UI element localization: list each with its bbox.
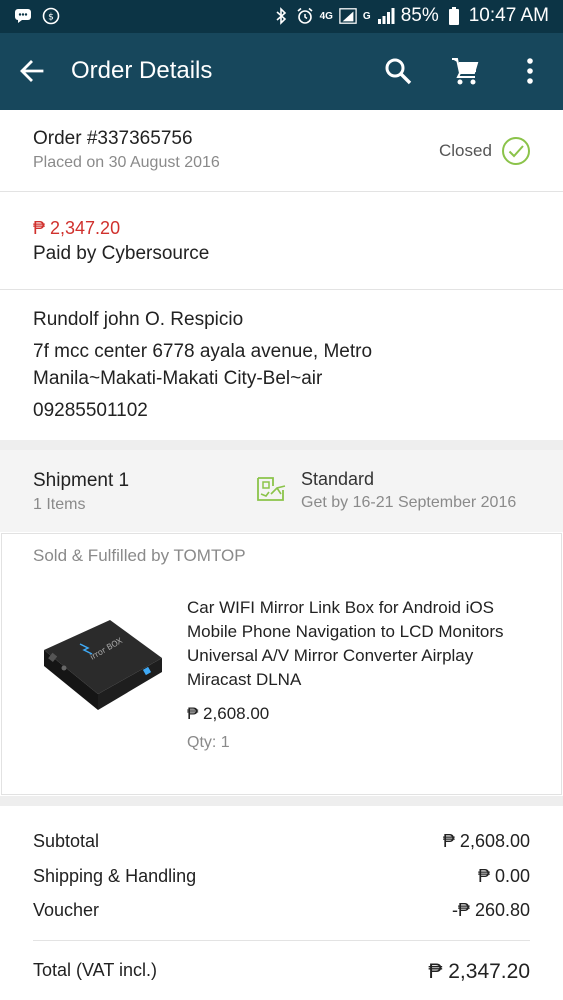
svg-text:$: $ (48, 13, 54, 23)
total-label: Total (VAT incl.) (33, 960, 158, 980)
back-arrow-icon[interactable] (18, 57, 46, 85)
order-status-text: Closed (439, 141, 492, 160)
app-bar: Order Details (0, 33, 563, 110)
shopping-cart-icon[interactable] (450, 56, 480, 86)
chat-icon (14, 7, 32, 25)
check-circle-icon (501, 136, 531, 166)
battery-percent: 85% (400, 5, 439, 26)
delivery-package-icon (255, 472, 287, 504)
product-name[interactable]: Car WIFI Mirror Link Box for Android iOS… (187, 596, 537, 692)
page-title: Order Details (71, 57, 213, 84)
status-left-icons: $ (14, 7, 60, 25)
product-price: ₱ 2,608.00 (187, 704, 270, 723)
more-options-icon[interactable] (519, 57, 541, 85)
order-placed-date: Placed on 30 August 2016 (33, 154, 220, 171)
phone-number: 09285501102 (33, 400, 148, 421)
subtotal-label: Subtotal (33, 831, 100, 851)
total-value: ₱ 2,347.20 (428, 960, 530, 983)
network-4g-label: 4G (319, 10, 333, 22)
recipient-name: Rundolf john O. Respicio (33, 309, 244, 330)
alarm-icon (296, 7, 314, 25)
seller-label: Sold & Fulfilled by TOMTOP (33, 546, 246, 565)
divider (0, 289, 563, 290)
section-separator (0, 440, 563, 450)
voucher-value: -₱ 260.80 (451, 900, 530, 920)
status-right-icons: 4G G 85% 10:47 AM (272, 5, 549, 27)
data-saver-icon: $ (42, 7, 60, 25)
paid-amount: ₱ 2,347.20 (33, 218, 121, 238)
delivery-estimate: Get by 16-21 September 2016 (301, 494, 517, 511)
section-separator (0, 796, 563, 806)
shipping-value: ₱ 0.00 (477, 866, 530, 886)
network-g-label: G (362, 10, 371, 22)
status-bar: $ 4G G 85% 10:47 AM (0, 0, 563, 33)
total-divider (33, 940, 530, 941)
shipment-item-count: 1 Items (33, 496, 86, 513)
search-icon[interactable] (384, 57, 412, 85)
shipment-title: Shipment 1 (33, 470, 130, 491)
address-line-2: Manila~Makati-Makati City-Bel~air (33, 368, 323, 389)
shipping-label: Shipping & Handling (33, 866, 197, 886)
signal-bars-icon (377, 7, 395, 25)
voucher-label: Voucher (33, 900, 100, 920)
address-line-1: 7f mcc center 6778 ayala avenue, Metro (33, 341, 373, 362)
order-number: Order #337365756 (33, 128, 193, 149)
bluetooth-icon (272, 7, 290, 25)
payment-method: Paid by Cybersource (33, 243, 210, 264)
battery-icon (445, 7, 463, 25)
product-image[interactable]: irror BOX (40, 610, 165, 715)
subtotal-value: ₱ 2,608.00 (442, 831, 530, 851)
product-quantity: Qty: 1 (187, 734, 230, 751)
clock: 10:47 AM (468, 5, 549, 26)
signal-icon (339, 7, 357, 25)
divider (0, 191, 563, 192)
shipping-method: Standard (301, 469, 375, 489)
